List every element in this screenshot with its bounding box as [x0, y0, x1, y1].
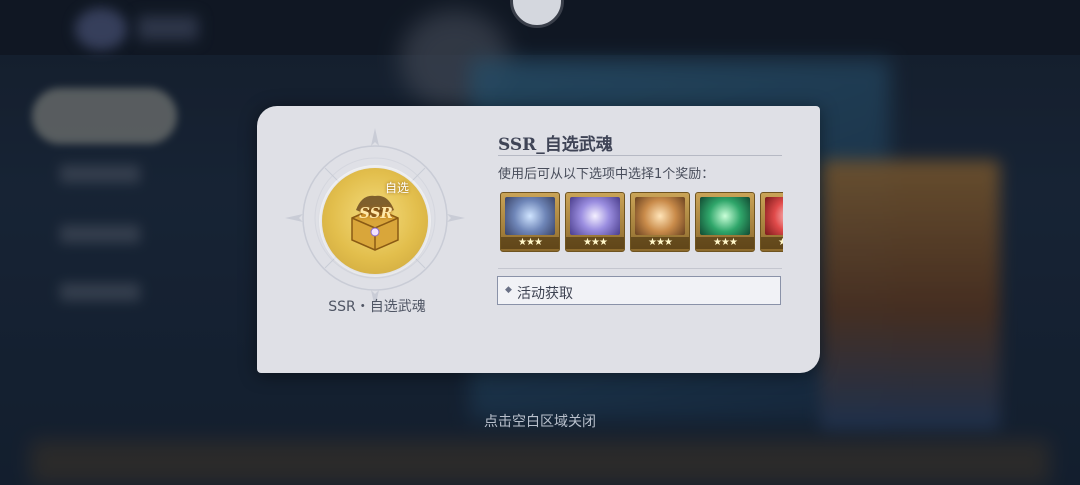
star-rating: ★★★	[631, 237, 689, 249]
moon-wing-icon	[570, 197, 620, 235]
reward-option[interactable]: ★★★	[760, 192, 783, 252]
item-name: SSR・自选武魂	[328, 299, 426, 315]
dialog-description: 使用后可从以下选项中选择1个奖励：	[498, 167, 715, 182]
source-divider	[498, 268, 782, 269]
reward-option[interactable]: ★★★	[630, 192, 690, 252]
star-rating: ★★★	[696, 237, 754, 249]
star-rating: ★★★	[501, 237, 559, 249]
reward-list: ★★★ ★★★ ★★★ ★★★ ★★★	[500, 192, 783, 252]
dialog-title: SSR_自选武魂	[498, 135, 613, 155]
reward-option[interactable]: ★★★	[500, 192, 560, 252]
spear-weapon-icon	[505, 197, 555, 235]
title-divider	[498, 155, 782, 156]
gold-orb-icon	[635, 197, 685, 235]
selectable-badge: 自选	[385, 181, 410, 195]
rarity-label: SSR	[359, 204, 393, 222]
close-hint: 点击空白区域关闭	[484, 414, 596, 430]
red-gem-icon	[765, 197, 783, 235]
star-rating: ★★★	[761, 237, 783, 249]
acquisition-source[interactable]: ◆ 活动获取	[497, 276, 781, 305]
acquisition-source-label: 活动获取	[517, 286, 573, 302]
reward-option[interactable]: ★★★	[565, 192, 625, 252]
green-crystal-icon	[700, 197, 750, 235]
reward-option[interactable]: ★★★	[695, 192, 755, 252]
star-rating: ★★★	[566, 237, 624, 249]
diamond-bullet-icon: ◆	[505, 285, 512, 295]
item-detail-dialog: SSR 自选 SSR・自选武魂 SSR_自选武魂 使用后可从以下选项中选择1个奖…	[257, 106, 820, 373]
